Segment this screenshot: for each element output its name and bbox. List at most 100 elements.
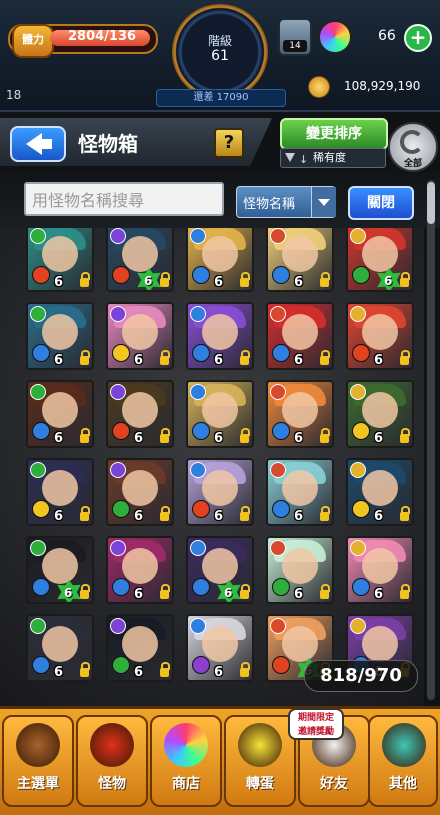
wood-element-icon: [272, 578, 290, 596]
monster-card[interactable]: 6: [26, 536, 94, 604]
sort-field-selector[interactable]: ↓ 稀有度: [280, 148, 386, 168]
nav-item-gacha[interactable]: 轉蛋: [224, 715, 296, 807]
back-button[interactable]: [10, 126, 66, 162]
monster-card[interactable]: 6: [106, 614, 174, 682]
monster-level: 6: [54, 509, 64, 524]
type-icon: [350, 618, 366, 634]
sort-order-icon: ↓: [299, 153, 309, 166]
monster-portrait: [202, 236, 238, 272]
refresh-icon: [400, 130, 424, 154]
type-icon: [190, 618, 206, 634]
monster-portrait: [122, 470, 158, 506]
type-icon: [110, 618, 126, 634]
monster-card[interactable]: 6: [26, 302, 94, 370]
page-title: 怪物箱: [78, 132, 138, 156]
fire-element-icon: [352, 344, 370, 362]
fire-element-icon: [112, 422, 130, 440]
monster-portrait: [122, 626, 158, 662]
monster-card[interactable]: 6: [26, 614, 94, 682]
search-type-label: 怪物名稱: [243, 197, 296, 212]
change-sort-button[interactable]: 變更排序: [280, 118, 388, 150]
monster-level: 6: [134, 353, 144, 368]
nav-item-other[interactable]: 其他: [368, 715, 438, 807]
level-text: 18: [6, 88, 22, 102]
help-button[interactable]: ?: [214, 128, 244, 158]
monster-level: 6: [294, 275, 304, 290]
close-search-button[interactable]: 關閉: [348, 186, 414, 220]
monster-grid: 666666666666666666666666666666: [0, 228, 424, 708]
type-icon: [270, 228, 286, 244]
water-element-icon: [352, 578, 370, 596]
monster-level: 6: [374, 431, 384, 446]
rank-ring[interactable]: 階級 61: [172, 4, 268, 100]
monster-portrait: [362, 470, 398, 506]
monster-card[interactable]: 6: [26, 458, 94, 526]
monster-card[interactable]: 6: [186, 536, 254, 604]
monster-card[interactable]: 6: [106, 458, 174, 526]
box-expansion-count: 14: [283, 40, 307, 52]
water-element-icon: [192, 266, 210, 284]
monster-card[interactable]: 6: [26, 380, 94, 448]
monster-level: 6: [214, 275, 224, 290]
type-icon: [30, 306, 46, 322]
lock-icon: [160, 584, 170, 599]
type-icon: [350, 384, 366, 400]
monster-card[interactable]: 6: [266, 380, 334, 448]
monster-card[interactable]: 6: [186, 458, 254, 526]
nav-item-home[interactable]: 主選單: [2, 715, 74, 807]
monster-portrait: [42, 236, 78, 272]
type-icon: [30, 540, 46, 556]
monster-card[interactable]: 6: [186, 228, 254, 292]
rank-value: 61: [211, 48, 229, 64]
monster-card[interactable]: 6: [106, 302, 174, 370]
monster-level: 6: [64, 586, 73, 600]
monster-portrait: [362, 548, 398, 584]
monster-card[interactable]: 6: [186, 614, 254, 682]
monster-search-input[interactable]: 用怪物名稱搜尋: [24, 182, 224, 216]
light-element-icon: [32, 500, 50, 518]
water-element-icon: [32, 422, 50, 440]
water-element-icon: [272, 344, 290, 362]
monster-level: 6: [134, 587, 144, 602]
monster-card[interactable]: 6: [26, 228, 94, 292]
lock-icon: [80, 350, 90, 365]
monster-icon: [90, 723, 134, 767]
monster-card[interactable]: 6: [346, 380, 414, 448]
monster-card[interactable]: 6: [346, 458, 414, 526]
scrollbar[interactable]: [427, 180, 435, 700]
dropdown-button[interactable]: [311, 187, 336, 217]
light-element-icon: [352, 500, 370, 518]
nav-item-label: 商店: [172, 776, 200, 792]
dark-element-icon: [192, 656, 210, 674]
nav-item-orb[interactable]: 商店: [150, 715, 222, 807]
monster-card[interactable]: 6: [106, 380, 174, 448]
type-icon: [30, 228, 46, 244]
add-orb-button[interactable]: +: [404, 24, 432, 52]
limited-time-invite-badge[interactable]: 期間限定 邀請獎勵: [288, 708, 344, 740]
monster-portrait: [282, 236, 318, 272]
scrollbar-thumb[interactable]: [427, 182, 435, 224]
monster-card[interactable]: 6: [186, 380, 254, 448]
monster-card[interactable]: 6: [186, 302, 254, 370]
monster-card[interactable]: 6: [266, 536, 334, 604]
stamina-label: 體力: [12, 24, 54, 58]
monster-card[interactable]: 6: [346, 302, 414, 370]
monster-card[interactable]: 6: [346, 536, 414, 604]
monster-card[interactable]: 6: [106, 228, 174, 292]
monster-card[interactable]: 6: [266, 302, 334, 370]
monster-card[interactable]: 6: [266, 458, 334, 526]
type-icon: [190, 384, 206, 400]
filter-icon: [285, 153, 295, 162]
search-type-dropdown[interactable]: 怪物名稱: [236, 186, 336, 218]
monster-card[interactable]: 6: [346, 228, 414, 292]
show-all-button[interactable]: 全部: [388, 122, 438, 172]
nav-item-monster[interactable]: 怪物: [76, 715, 148, 807]
box-expansion-icon[interactable]: 14: [278, 18, 312, 56]
lock-icon: [240, 506, 250, 521]
monster-card[interactable]: 6: [266, 228, 334, 292]
type-icon: [110, 384, 126, 400]
monster-portrait: [282, 548, 318, 584]
monster-card[interactable]: 6: [106, 536, 174, 604]
monster-level: 6: [374, 353, 384, 368]
type-icon: [350, 540, 366, 556]
